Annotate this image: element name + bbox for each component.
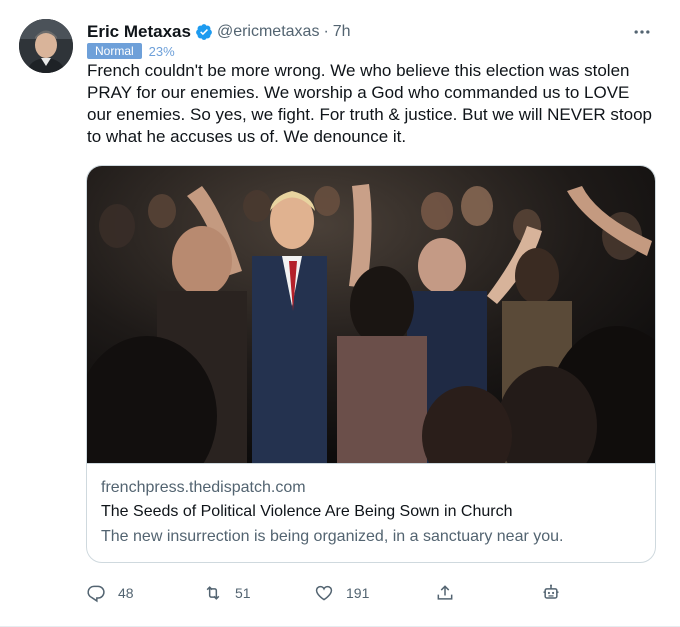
author-handle[interactable]: @ericmetaxas (217, 23, 320, 41)
reply-icon (87, 585, 105, 603)
tweet-timestamp[interactable]: 7h (333, 23, 351, 41)
avatar-image (19, 19, 73, 73)
card-description: The new insurrection is being organized,… (101, 528, 564, 545)
retweet-count: 51 (235, 585, 251, 601)
link-card[interactable]: frenchpress.thedispatch.com The Seeds of… (86, 165, 656, 563)
like-button[interactable]: 191 (314, 583, 369, 603)
heart-icon (315, 585, 333, 601)
retweet-button[interactable]: 51 (203, 583, 251, 603)
card-meta[interactable]: frenchpress.thedispatch.com The Seeds of… (87, 463, 655, 547)
tweet[interactable]: Eric Metaxas @ericmetaxas · 7h Normal 23… (0, 0, 680, 627)
label-percent: 23% (148, 43, 175, 59)
share-icon (437, 585, 453, 600)
verified-badge-icon (196, 24, 212, 40)
more-options-icon-glyph (634, 30, 650, 34)
card-title: The Seeds of Political Violence Are Bein… (101, 503, 513, 520)
action-bar: 48 51 191 (86, 578, 606, 608)
like-count: 191 (346, 585, 370, 601)
card-domain: frenchpress.thedispatch.com (101, 479, 306, 496)
header-separator: · (323, 23, 329, 40)
classification-label: Normal 23% (87, 43, 175, 59)
share-button[interactable] (435, 583, 455, 603)
card-image[interactable] (87, 166, 656, 463)
reply-button[interactable]: 48 (86, 583, 134, 603)
retweet-icon (206, 586, 220, 600)
tweet-text: French couldn't be more wrong. We who be… (87, 61, 653, 146)
bot-button[interactable] (541, 583, 561, 603)
normal-badge: Normal (87, 43, 142, 59)
more-options-icon[interactable] (624, 19, 660, 45)
author-display-name[interactable]: Eric Metaxas (87, 22, 191, 42)
tweet-header: Eric Metaxas @ericmetaxas · 7h (87, 19, 660, 45)
reply-count: 48 (118, 585, 134, 601)
bot-icon (543, 584, 559, 599)
avatar[interactable] (19, 19, 73, 73)
